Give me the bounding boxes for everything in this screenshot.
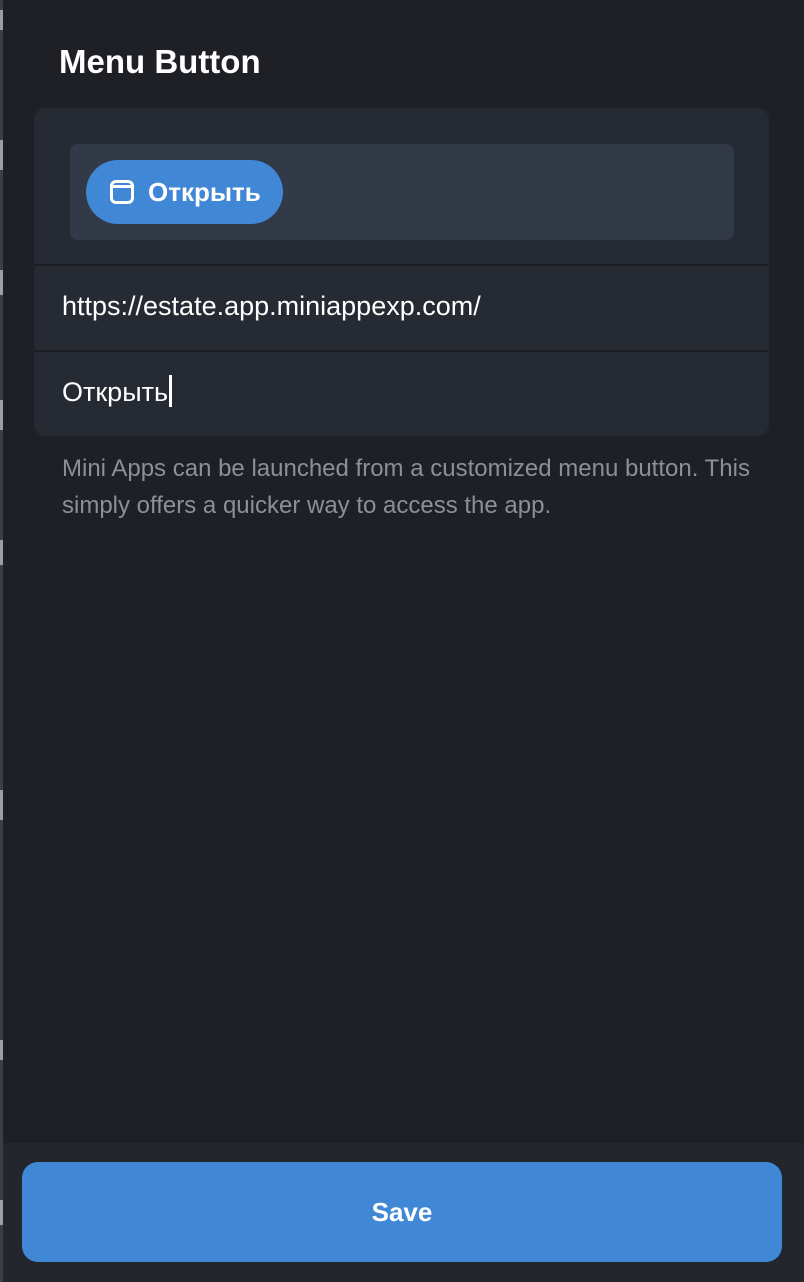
- window-icon: [110, 180, 134, 204]
- url-input[interactable]: [62, 286, 742, 326]
- preview-menu-button-label: Открыть: [148, 176, 261, 207]
- preview-menu-button[interactable]: Открыть: [86, 160, 283, 224]
- button-text-value: Открыть: [62, 377, 169, 407]
- dialog-title: Menu Button: [59, 43, 261, 80]
- button-text-input[interactable]: Открыть: [62, 372, 742, 412]
- hint-text: Mini Apps can be launched from a customi…: [62, 455, 750, 519]
- divider: [34, 264, 769, 266]
- menu-button-preview: Открыть: [70, 144, 734, 240]
- menu-button-dialog: Menu Button Открыть Открыть Mini Apps ca…: [3, 0, 804, 1282]
- dialog-footer: Save: [3, 1143, 804, 1282]
- save-button[interactable]: Save: [22, 1162, 782, 1262]
- settings-card: Открыть Открыть: [34, 108, 769, 436]
- text-caret: [169, 375, 173, 407]
- divider: [34, 350, 769, 352]
